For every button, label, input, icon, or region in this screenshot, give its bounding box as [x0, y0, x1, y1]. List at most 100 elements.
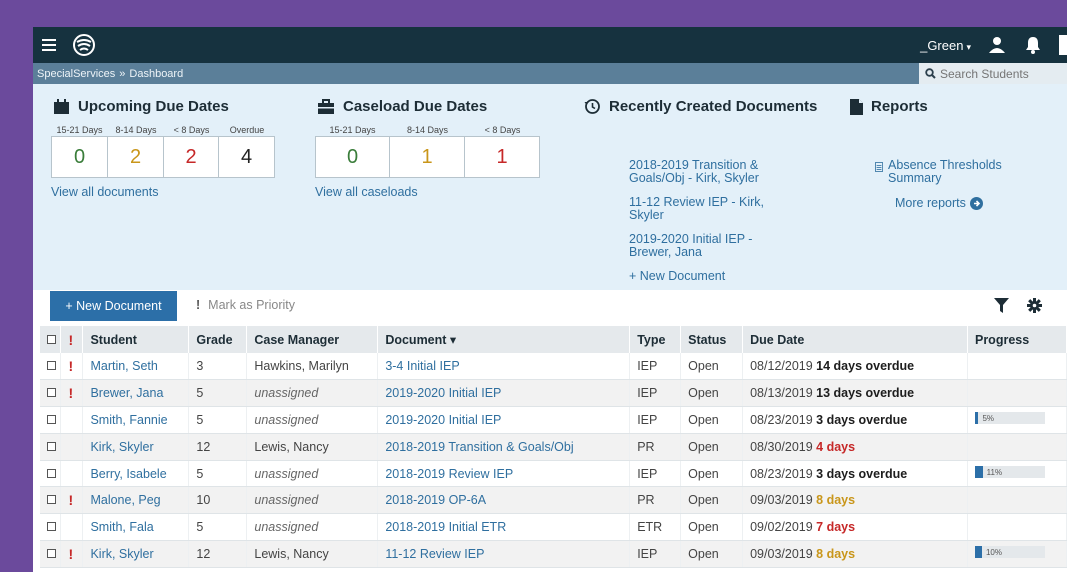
- table-row[interactable]: ! Malone, Peg 10 unassigned 2018-2019 OP-6A P…: [40, 486, 1067, 515]
- row-checkbox-cell[interactable]: [40, 379, 62, 408]
- recent-document-link[interactable]: 11-12 Review IEP - Kirk, Skyler: [629, 196, 779, 222]
- filter-icon[interactable]: [994, 298, 1009, 313]
- select-all-checkbox-cell[interactable]: [40, 326, 62, 353]
- case-manager: Lewis, Nancy: [254, 439, 329, 454]
- student-link[interactable]: Berry, Isabele: [90, 467, 166, 481]
- user-menu[interactable]: _Green ▾: [920, 38, 971, 53]
- student-cell[interactable]: Kirk, Skyler: [82, 433, 190, 461]
- row-checkbox[interactable]: [47, 361, 56, 371]
- student-header[interactable]: Student: [82, 326, 190, 353]
- student-cell[interactable]: Malone, Peg: [82, 486, 190, 515]
- count-value[interactable]: 2: [108, 136, 164, 178]
- bell-icon[interactable]: [1023, 35, 1043, 55]
- table-row[interactable]: Berry, Isabele 5 unassigned 2018-2019 Revie…: [40, 460, 1067, 488]
- student-link[interactable]: Kirk, Skyler: [90, 547, 153, 561]
- row-checkbox[interactable]: [47, 388, 56, 398]
- document-icon[interactable]: [1059, 35, 1067, 55]
- case-manager-cell: Lewis, Nancy: [246, 433, 379, 461]
- row-checkbox-cell[interactable]: [40, 406, 62, 434]
- table-row[interactable]: ! Martin, Seth 3 Hawkins, Marilyn 3-4 Initia…: [40, 353, 1067, 381]
- view-all-caseloads-link[interactable]: View all caseloads: [315, 185, 418, 199]
- menu-icon[interactable]: [42, 39, 56, 51]
- document-header[interactable]: Document ▾: [377, 326, 631, 353]
- student-link[interactable]: Smith, Fannie: [90, 413, 167, 427]
- absence-thresholds-report-link[interactable]: Absence Thresholds Summary: [888, 159, 1025, 185]
- count-value[interactable]: 4: [219, 136, 275, 178]
- select-all-checkbox[interactable]: [47, 334, 56, 344]
- document-cell[interactable]: 2018-2019 Initial ETR: [377, 513, 631, 542]
- status-cell: Open: [680, 379, 744, 408]
- document-link[interactable]: 2019-2020 Initial IEP: [385, 386, 501, 400]
- status-header[interactable]: Status: [680, 326, 744, 353]
- document-link[interactable]: 2018-2019 Transition & Goals/Obj: [385, 440, 573, 454]
- student-link[interactable]: Brewer, Jana: [90, 386, 163, 400]
- document-cell[interactable]: 11-12 Review IEP: [377, 540, 631, 568]
- student-cell[interactable]: Smith, Fannie: [82, 406, 190, 434]
- count-column: Overdue 4: [219, 124, 275, 178]
- table-row[interactable]: Smith, Fala 5 unassigned 2018-2019 Initial …: [40, 513, 1067, 542]
- view-all-documents-link[interactable]: View all documents: [51, 185, 158, 199]
- table-row[interactable]: Smith, Fannie 5 unassigned 2019-2020 Initia…: [40, 406, 1067, 434]
- document-cell[interactable]: 2019-2020 Initial IEP: [377, 379, 631, 408]
- more-reports-link[interactable]: More reports: [895, 196, 1025, 210]
- document-link[interactable]: 3-4 Initial IEP: [385, 359, 459, 373]
- row-checkbox-cell[interactable]: [40, 486, 62, 515]
- app-logo-icon[interactable]: [72, 33, 96, 57]
- search-input[interactable]: [940, 66, 1060, 81]
- row-checkbox[interactable]: [47, 495, 56, 505]
- progress-header[interactable]: Progress: [967, 326, 1067, 353]
- new-document-button[interactable]: + New Document: [50, 291, 177, 321]
- gear-icon[interactable]: [1027, 298, 1042, 313]
- breadcrumb-root[interactable]: SpecialServices: [37, 68, 115, 80]
- row-checkbox-cell[interactable]: [40, 433, 62, 461]
- recent-document-link[interactable]: 2018-2019 Transition & Goals/Obj - Kirk,…: [629, 159, 779, 185]
- count-value[interactable]: 0: [51, 136, 108, 178]
- priority-flag-icon: !: [68, 358, 74, 375]
- document-link[interactable]: 2018-2019 OP-6A: [385, 493, 486, 507]
- row-checkbox[interactable]: [47, 441, 56, 451]
- student-cell[interactable]: Martin, Seth: [82, 353, 190, 381]
- student-link[interactable]: Martin, Seth: [90, 359, 157, 373]
- student-link[interactable]: Kirk, Skyler: [90, 440, 153, 454]
- case-manager-header[interactable]: Case Manager: [246, 326, 379, 353]
- row-checkbox[interactable]: [47, 522, 56, 532]
- count-value[interactable]: 0: [315, 136, 390, 178]
- row-checkbox-cell[interactable]: [40, 353, 62, 381]
- student-link[interactable]: Smith, Fala: [90, 520, 153, 534]
- user-icon[interactable]: [987, 35, 1007, 55]
- new-document-link[interactable]: + New Document: [629, 270, 779, 283]
- row-checkbox[interactable]: [47, 548, 56, 558]
- progress-label: 11%: [986, 467, 1003, 477]
- row-checkbox-cell[interactable]: [40, 513, 62, 542]
- document-link[interactable]: 2019-2020 Initial IEP: [385, 413, 501, 427]
- document-cell[interactable]: 2018-2019 Transition & Goals/Obj: [377, 433, 631, 461]
- student-cell[interactable]: Brewer, Jana: [82, 379, 190, 408]
- student-cell[interactable]: Smith, Fala: [82, 513, 190, 542]
- document-link[interactable]: 2018-2019 Review IEP: [385, 467, 513, 481]
- document-cell[interactable]: 3-4 Initial IEP: [377, 353, 631, 381]
- recent-document-link[interactable]: 2019-2020 Initial IEP - Brewer, Jana: [629, 233, 779, 259]
- count-value[interactable]: 1: [465, 136, 540, 178]
- document-cell[interactable]: 2018-2019 Review IEP: [377, 460, 631, 488]
- mark-as-priority-button[interactable]: ! Mark as Priority: [196, 298, 295, 312]
- row-checkbox[interactable]: [47, 468, 56, 478]
- grade-header[interactable]: Grade: [188, 326, 248, 353]
- table-row[interactable]: ! Brewer, Jana 5 unassigned 2019-2020 Initia…: [40, 379, 1067, 408]
- document-link[interactable]: 11-12 Review IEP: [385, 547, 484, 561]
- table-row[interactable]: Kirk, Skyler 12 Lewis, Nancy 2018-2019 Tran…: [40, 433, 1067, 461]
- row-checkbox-cell[interactable]: [40, 460, 62, 488]
- document-link[interactable]: 2018-2019 Initial ETR: [385, 520, 506, 534]
- student-search[interactable]: [919, 63, 1067, 84]
- count-value[interactable]: 1: [390, 136, 465, 178]
- table-row[interactable]: ! Kirk, Skyler 12 Lewis, Nancy 11-12 Review …: [40, 540, 1067, 568]
- row-checkbox[interactable]: [47, 414, 56, 424]
- student-cell[interactable]: Kirk, Skyler: [82, 540, 190, 568]
- count-value[interactable]: 2: [164, 136, 219, 178]
- student-cell[interactable]: Berry, Isabele: [82, 460, 190, 488]
- student-link[interactable]: Malone, Peg: [90, 493, 160, 507]
- document-cell[interactable]: 2019-2020 Initial IEP: [377, 406, 631, 434]
- due-date-header[interactable]: Due Date: [742, 326, 968, 353]
- type-header[interactable]: Type: [629, 326, 682, 353]
- row-checkbox-cell[interactable]: [40, 540, 62, 568]
- document-cell[interactable]: 2018-2019 OP-6A: [377, 486, 631, 515]
